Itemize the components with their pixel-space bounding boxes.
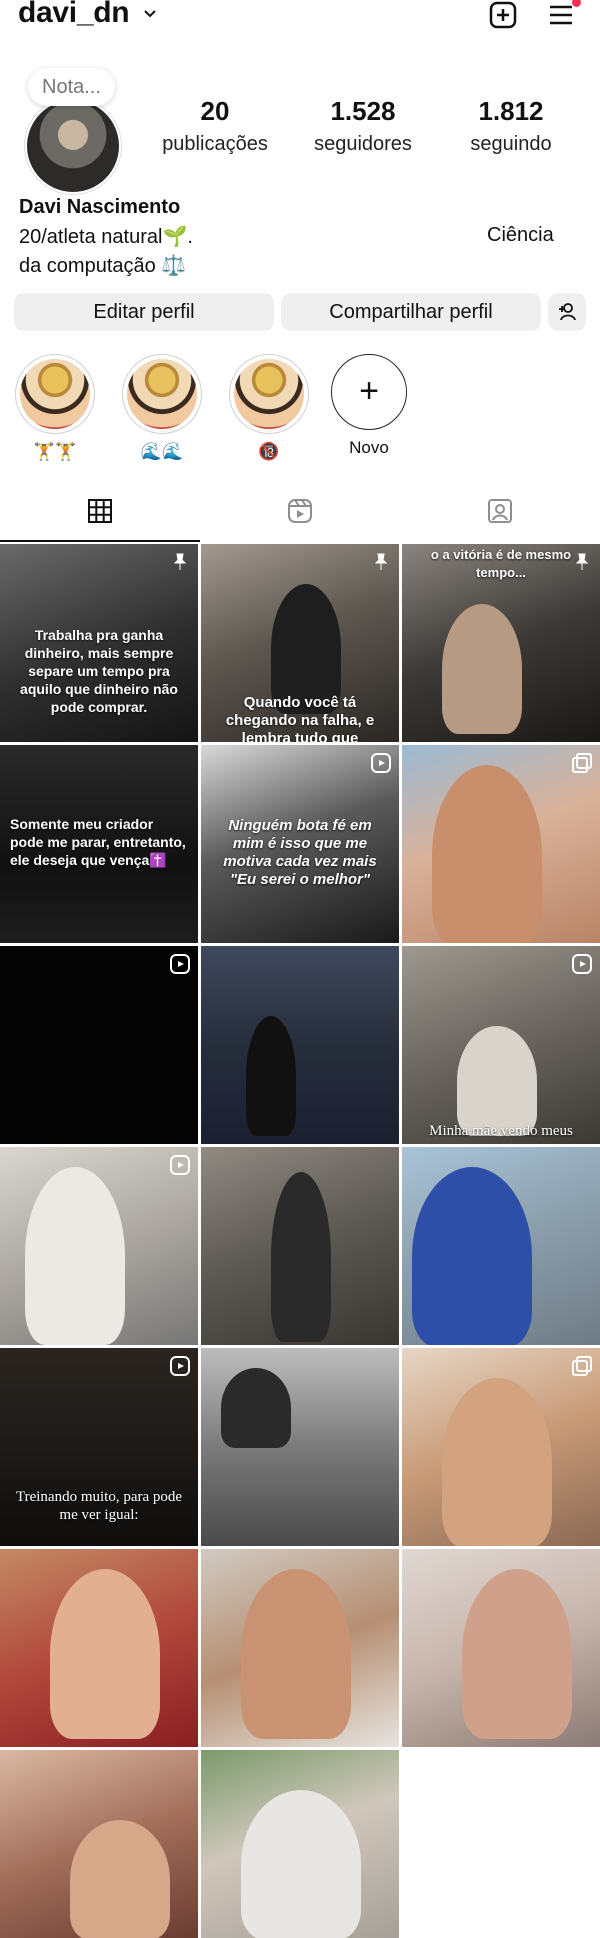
post-photo-person (412, 1167, 532, 1345)
discover-people-button[interactable] (548, 293, 586, 331)
new-highlight-ring: + (331, 354, 407, 430)
highlight-3[interactable]: 🔞 (228, 354, 310, 464)
pin-icon (374, 553, 388, 570)
reels-icon (170, 954, 190, 974)
posts-label: publicações (162, 133, 268, 155)
top-bar: davi_dn (0, 0, 600, 36)
profile-username[interactable]: davi_dn (18, 0, 130, 30)
post-tile[interactable] (0, 1147, 198, 1345)
post-tile[interactable] (201, 946, 399, 1144)
post-photo-person (70, 1820, 170, 1938)
highlight-label: 🏋️🏋️ (33, 442, 77, 461)
post-photo-person (442, 1378, 552, 1546)
tab-posts[interactable] (0, 488, 200, 544)
highlight-label: 🔞 (258, 442, 280, 461)
post-caption: Trabalha pra ganha dinheiro, mais sempre… (20, 627, 178, 715)
post-tile[interactable]: Somente meu criador pode me parar, entre… (0, 745, 198, 943)
highlight-2[interactable]: 🌊🌊 (121, 354, 203, 464)
stat-posts[interactable]: 20 publicações (140, 96, 290, 156)
following-count: 1.812 (478, 96, 544, 126)
new-highlight-label: Novo (349, 438, 389, 457)
post-caption: Quando você tá chegando na falha, e lemb… (225, 694, 375, 742)
reels-icon (572, 954, 592, 974)
highlight-1[interactable]: 🏋️🏋️ (14, 354, 96, 464)
new-highlight-button[interactable]: + Novo (328, 354, 410, 460)
add-person-icon (559, 303, 576, 321)
tagged-icon (488, 499, 512, 523)
post-photo-person (25, 1167, 125, 1345)
new-post-icon[interactable] (486, 0, 520, 32)
highlight-label: 🌊🌊 (140, 442, 184, 461)
post-photo-person (462, 1569, 572, 1739)
tab-active-indicator (0, 540, 200, 542)
carousel-icon (572, 753, 592, 773)
reels-icon (170, 1356, 190, 1376)
highlight-ring (15, 354, 95, 434)
stat-following[interactable]: 1.812 seguindo (436, 96, 586, 156)
post-tile[interactable]: Trabalha pra ganha dinheiro, mais sempre… (0, 544, 198, 742)
post-photo-person (457, 1026, 537, 1136)
tab-tagged[interactable] (400, 488, 600, 544)
post-photo-person (241, 1790, 361, 1938)
post-tile[interactable]: Quando você tá chegando na falha, e lemb… (201, 544, 399, 742)
post-tile[interactable]: Treinando muito, para pode me ver igual: (0, 1348, 198, 1546)
post-tile[interactable] (0, 1549, 198, 1747)
post-photo-person (271, 1172, 331, 1342)
post-tile[interactable] (0, 1750, 198, 1938)
post-caption: Somente meu criador pode me parar, entre… (10, 816, 186, 868)
post-caption: Minha mãe vendo meus (429, 1123, 573, 1139)
reels-icon (288, 499, 312, 523)
post-tile[interactable] (0, 946, 198, 1144)
post-photo-person (50, 1569, 160, 1739)
bio-category: Ciência (487, 224, 554, 246)
post-photo-person (246, 1016, 296, 1136)
bio-line-1: 20/atleta natural🌱. (19, 226, 193, 248)
post-tile[interactable]: o a vitória é de mesmo tempo... (402, 544, 600, 742)
profile-tabs (0, 488, 600, 544)
followers-label: seguidores (314, 133, 412, 155)
post-tile[interactable] (402, 745, 600, 943)
post-tile[interactable]: Ninguém bota fé em mim é isso que me mot… (201, 745, 399, 943)
pin-icon (173, 553, 187, 570)
stat-followers[interactable]: 1.528 seguidores (288, 96, 438, 156)
post-photo-person (442, 604, 522, 734)
post-caption: Treinando muito, para pode me ver igual: (15, 1489, 183, 1523)
posts-count: 20 (200, 96, 230, 126)
profile-avatar[interactable] (25, 98, 121, 194)
share-profile-button[interactable]: Compartilhar perfil (281, 293, 541, 331)
followers-count: 1.528 (330, 96, 396, 126)
post-tile[interactable] (201, 1348, 399, 1546)
highlight-ring (229, 354, 309, 434)
plus-icon: + (359, 372, 379, 410)
tab-reels[interactable] (200, 488, 400, 544)
highlight-cover (234, 359, 304, 429)
note-bubble[interactable]: Nota... (28, 68, 115, 106)
post-tile[interactable] (402, 1147, 600, 1345)
post-tile[interactable] (201, 1750, 399, 1938)
grid-icon (88, 499, 112, 523)
post-tile[interactable] (201, 1147, 399, 1345)
post-caption: o a vitória é de mesmo tempo... (430, 547, 572, 580)
reels-icon (371, 753, 391, 773)
profile-full-name: Davi Nascimento (19, 196, 181, 218)
post-tile[interactable] (402, 1549, 600, 1747)
post-tile[interactable] (201, 1549, 399, 1747)
highlight-cover (127, 359, 197, 429)
edit-profile-button[interactable]: Editar perfil (14, 293, 274, 331)
highlight-ring (122, 354, 202, 434)
carousel-icon (572, 1356, 592, 1376)
pin-icon (575, 553, 589, 570)
chevron-down-icon[interactable] (142, 6, 158, 22)
highlight-cover (20, 359, 90, 429)
post-tile[interactable]: Minha mãe vendo meus (402, 946, 600, 1144)
post-tile[interactable] (402, 1348, 600, 1546)
reels-icon (170, 1155, 190, 1175)
post-caption: Ninguém bota fé em mim é isso que me mot… (223, 817, 377, 888)
bio-line-2: da computação ⚖️ (19, 255, 187, 277)
post-photo-person (432, 765, 542, 943)
post-photo-person (221, 1368, 291, 1448)
post-photo-person (241, 1569, 351, 1739)
following-label: seguindo (470, 133, 552, 155)
notification-dot (572, 0, 581, 7)
